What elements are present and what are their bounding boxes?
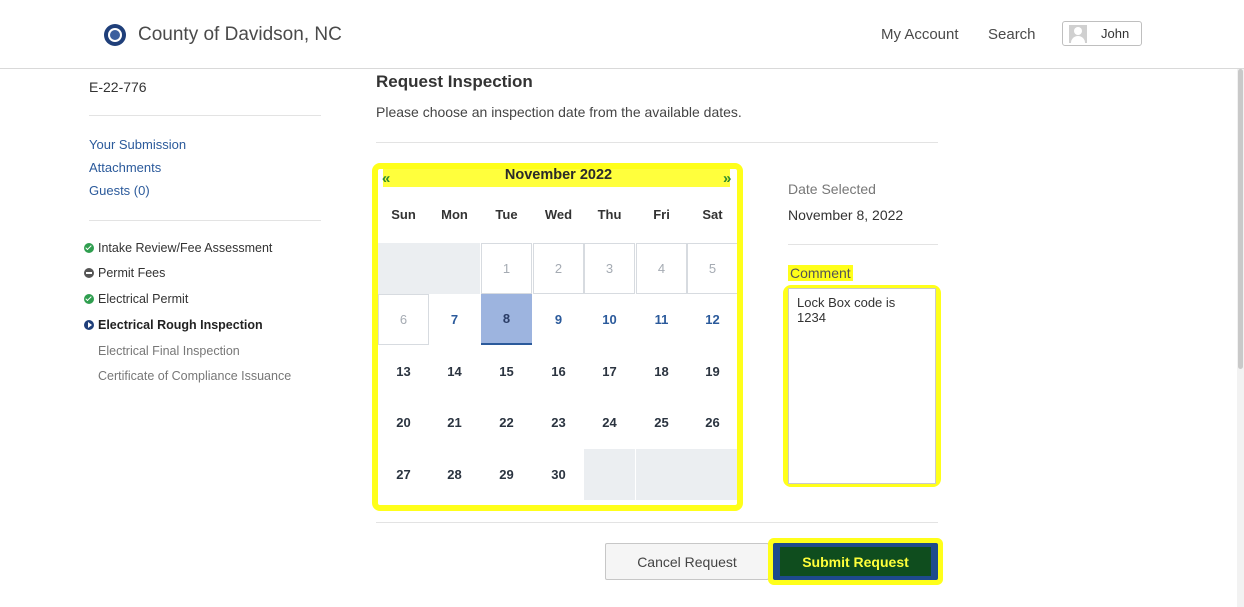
calendar-month-label-overlay: November 2022 (504, 167, 613, 183)
brand-title[interactable]: County of Davidson, NC (138, 24, 342, 46)
step-intake-review[interactable]: Intake Review/Fee Assessment (84, 241, 272, 255)
minus-circle-icon (84, 268, 94, 278)
comment-textarea[interactable]: Lock Box code is 1234 (788, 288, 936, 484)
cancel-request-button[interactable]: Cancel Request (605, 543, 769, 580)
top-bar: County of Davidson, NC My Account Search… (0, 0, 1244, 69)
sidebar-link-attachments[interactable]: Attachments (89, 160, 161, 175)
user-name: John (1101, 26, 1130, 41)
page-title: Request Inspection (376, 72, 533, 91)
check-circle-icon (84, 243, 94, 253)
divider (788, 244, 938, 245)
sidebar-divider (89, 115, 321, 116)
record-id: E-22-776 (89, 79, 147, 95)
submit-request-label: Submit Request (780, 547, 931, 576)
sidebar-link-your-submission[interactable]: Your Submission (89, 137, 186, 152)
step-label: Electrical Rough Inspection (98, 318, 263, 332)
search-link[interactable]: Search (988, 26, 1036, 43)
page-subtitle: Please choose an inspection date from th… (376, 104, 742, 120)
date-selected-label: Date Selected (788, 181, 876, 197)
my-account-link[interactable]: My Account (881, 26, 959, 43)
step-certificate-of-compliance: Certificate of Compliance Issuance (98, 369, 291, 383)
check-circle-icon (84, 294, 94, 304)
previous-month-icon[interactable]: « (382, 170, 390, 187)
divider (376, 522, 938, 523)
play-circle-icon (84, 320, 94, 330)
step-label: Electrical Permit (98, 292, 189, 306)
step-label: Certificate of Compliance Issuance (98, 369, 292, 383)
comment-label: Comment (788, 265, 853, 281)
county-seal-icon[interactable] (104, 24, 126, 46)
page-scrollbar[interactable] (1237, 69, 1244, 607)
step-electrical-rough-inspection[interactable]: Electrical Rough Inspection (84, 318, 263, 332)
user-avatar-icon (1069, 24, 1087, 43)
date-selected-value: November 8, 2022 (788, 207, 904, 223)
sidebar-divider (89, 220, 321, 221)
step-electrical-final-inspection: Electrical Final Inspection (98, 344, 240, 358)
highlight-annotation-calendar (372, 163, 743, 511)
step-label: Permit Fees (98, 266, 166, 280)
sidebar-link-guests[interactable]: Guests (0) (89, 183, 150, 198)
step-label: Electrical Final Inspection (98, 344, 240, 358)
step-permit-fees[interactable]: Permit Fees (84, 266, 165, 280)
submit-request-button[interactable]: Submit Request (773, 543, 938, 580)
step-electrical-permit[interactable]: Electrical Permit (84, 292, 188, 306)
step-label: Intake Review/Fee Assessment (98, 241, 273, 255)
user-menu-button[interactable]: John (1062, 21, 1142, 46)
next-month-icon[interactable]: » (723, 170, 731, 187)
divider (376, 142, 938, 143)
